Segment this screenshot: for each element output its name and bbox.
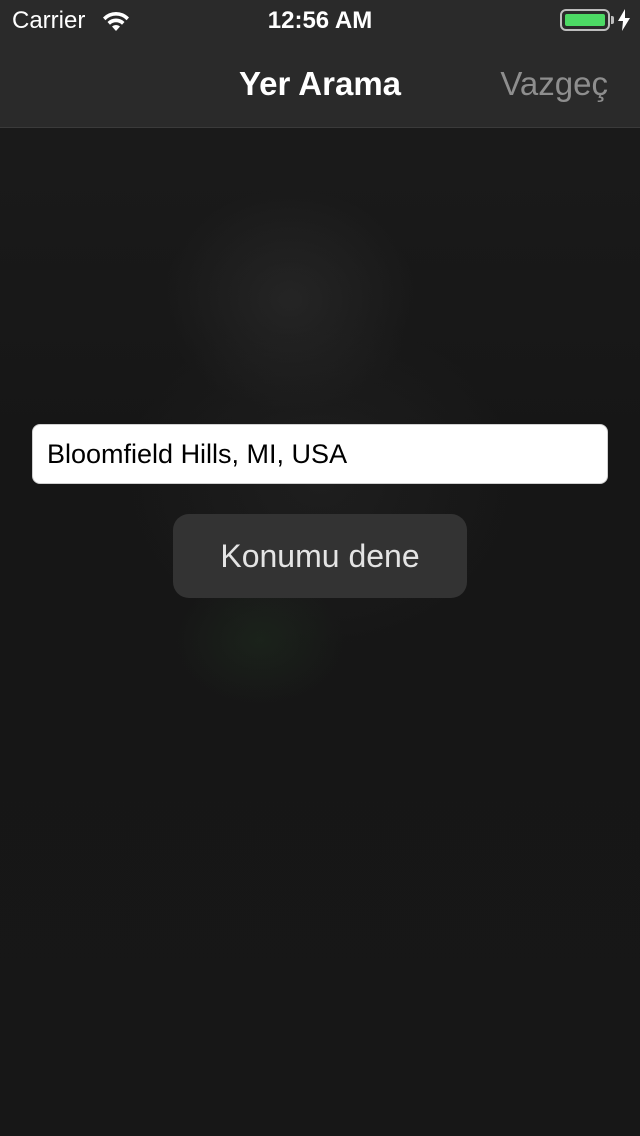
battery-icon [560, 9, 610, 31]
bolt-icon [618, 9, 630, 31]
top-bar: Carrier 12:56 AM Yer Arama Vazgeç [0, 0, 640, 128]
battery-level-fill [565, 14, 605, 26]
clock-time: 12:56 AM [267, 7, 373, 34]
navigation-bar: Yer Arama Vazgeç [0, 40, 640, 128]
search-location-screen: Carrier 12:56 AM Yer Arama Vazgeç Konumu… [0, 0, 640, 1136]
cancel-button[interactable]: Vazgeç [500, 64, 608, 104]
status-bar: Carrier 12:56 AM [0, 0, 640, 40]
location-search-input[interactable] [32, 424, 608, 484]
try-location-button[interactable]: Konumu dene [173, 514, 467, 598]
battery-cap [611, 16, 614, 24]
